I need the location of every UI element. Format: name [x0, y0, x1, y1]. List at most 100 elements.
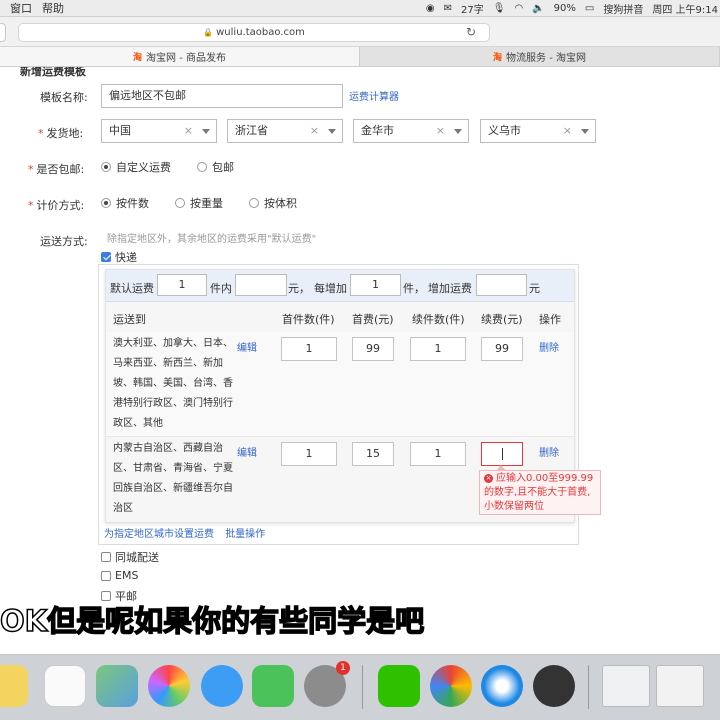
template-name-input[interactable]: 偏远地区不包邮	[101, 84, 343, 108]
photos-icon[interactable]	[148, 665, 190, 707]
tab-bar: 淘 淘宝网 - 商品发布 淘 物流服务 - 淘宝网	[0, 47, 720, 67]
menu-item-window[interactable]: 窗口	[10, 0, 32, 16]
dock: 1	[0, 654, 720, 720]
first-fee-input[interactable]: 15	[352, 442, 394, 466]
delete-link[interactable]: 删除	[539, 339, 559, 354]
clear-icon: ×	[309, 124, 319, 137]
tab-label: 物流服务 - 淘宝网	[506, 53, 586, 64]
radio-by-volume[interactable]: 按体积	[249, 195, 297, 211]
record-icon[interactable]: ◉	[426, 3, 435, 14]
shipping-hint: 除指定地区外，其余地区的运费采用"默认运费"	[107, 234, 317, 245]
radio-by-weight[interactable]: 按重量	[175, 195, 223, 211]
same-city-checkbox-row[interactable]: 同城配送	[101, 549, 159, 565]
menu-item-help[interactable]: 帮助	[42, 0, 64, 16]
freight-calculator-link[interactable]: 运费计算器	[349, 88, 399, 103]
pricing-radio-group: 按件数 按重量 按体积	[101, 195, 297, 211]
volume-icon[interactable]: 🔈	[532, 3, 544, 14]
batch-operation-link[interactable]: 批量操作	[225, 529, 265, 540]
clock[interactable]: 周四 上午9:14	[652, 1, 718, 16]
sidebar-toggle-button[interactable]	[0, 23, 6, 42]
taobao-favicon-icon: 淘	[133, 53, 143, 63]
add-qty-input[interactable]: 1	[350, 274, 401, 296]
default-qty-input[interactable]: 1	[157, 274, 207, 296]
radio-custom-fee[interactable]: 自定义运费	[101, 159, 171, 175]
window-thumbnail[interactable]	[602, 665, 650, 707]
notes-icon[interactable]	[0, 665, 28, 707]
radio-button[interactable]	[197, 162, 207, 172]
radio-button[interactable]	[101, 162, 111, 172]
system-preferences-icon[interactable]: 1	[304, 661, 350, 707]
maps-icon[interactable]	[96, 665, 138, 707]
region-list: 澳大利亚、加拿大、日本、 马来西亚、新西兰、新加 坡、韩国、美国、台湾、香 港特…	[113, 338, 233, 429]
tab-label: 淘宝网 - 商品发布	[146, 53, 226, 64]
wechat-status-icon[interactable]: ✉	[444, 3, 452, 14]
wechat-icon[interactable]	[378, 665, 420, 707]
shipping-method-label: 运送方式:	[40, 235, 88, 248]
express-checkbox-row[interactable]: 快递	[101, 249, 137, 265]
free-shipping-radio-group: 自定义运费 包邮	[101, 159, 234, 175]
add-fee-input[interactable]	[476, 274, 527, 296]
col-add-qty: 续件数(件)	[412, 313, 465, 326]
quicktime-icon[interactable]	[533, 665, 575, 707]
col-add-fee: 续费(元)	[481, 313, 523, 326]
radio-button[interactable]	[101, 198, 111, 208]
tab-product-publish[interactable]: 淘 淘宝网 - 商品发布	[0, 47, 360, 66]
address-bar[interactable]: 🔒 wuliu.taobao.com	[18, 23, 490, 42]
taobao-favicon-icon: 淘	[493, 53, 503, 63]
tab-logistics[interactable]: 淘 物流服务 - 淘宝网	[360, 47, 720, 66]
col-first-fee: 首费(元)	[352, 313, 394, 326]
radio-button[interactable]	[175, 198, 185, 208]
express-checkbox[interactable]	[101, 252, 111, 262]
first-qty-input[interactable]: 1	[281, 337, 337, 361]
first-qty-input[interactable]: 1	[281, 442, 337, 466]
preview-icon[interactable]	[656, 665, 704, 707]
menu-bar: 窗口 帮助 ◉ ✉ 27字 🎙 ◠ 🔈 90% ▭ 搜狗拼音 周四 上午9:14	[0, 0, 720, 17]
checkbox[interactable]	[101, 552, 111, 562]
tooltip-arrow	[496, 465, 506, 471]
first-fee-input[interactable]: 99	[352, 337, 394, 361]
clear-icon: ×	[435, 124, 445, 137]
radio-button[interactable]	[249, 198, 259, 208]
edit-link[interactable]: 编辑	[237, 444, 257, 459]
add-qty-input[interactable]: 1	[410, 442, 466, 466]
chevron-down-icon	[454, 129, 462, 134]
facetime-icon[interactable]	[252, 665, 294, 707]
checkbox[interactable]	[101, 570, 111, 581]
origin-label: * 发货地:	[38, 127, 84, 140]
messages-icon[interactable]	[201, 665, 243, 707]
fee-table-header: 运送到 首件数(件) 首费(元) 续件数(件) 续费(元) 操作	[106, 302, 574, 332]
set-city-fee-link[interactable]: 为指定地区城市设置运费	[104, 529, 214, 540]
edit-link[interactable]: 编辑	[237, 339, 257, 354]
input-method[interactable]: 搜狗拼音	[603, 1, 643, 16]
add-qty-input[interactable]: 1	[410, 337, 466, 361]
col-first-qty: 首件数(件)	[282, 313, 335, 326]
radio-by-piece[interactable]: 按件数	[101, 195, 149, 211]
delete-link[interactable]: 删除	[539, 444, 559, 459]
chrome-icon[interactable]	[430, 665, 472, 707]
battery-text[interactable]: 90%	[554, 3, 576, 14]
battery-icon[interactable]: ▭	[585, 3, 594, 14]
col-action: 操作	[539, 313, 561, 326]
city-select[interactable]: 金华市 ×	[353, 119, 469, 143]
chevron-down-icon	[328, 129, 336, 134]
region-actions: 为指定地区城市设置运费 批量操作	[104, 525, 265, 540]
word-count[interactable]: 27字	[461, 1, 484, 16]
safari-icon[interactable]	[481, 665, 523, 707]
reload-icon[interactable]: ↻	[466, 25, 476, 39]
clear-icon: ×	[562, 124, 572, 137]
province-select[interactable]: 浙江省 ×	[227, 119, 343, 143]
mic-icon[interactable]: 🎙	[493, 3, 506, 14]
lock-icon: 🔒	[203, 28, 214, 37]
district-select[interactable]: 义乌市 ×	[480, 119, 596, 143]
reminders-icon[interactable]	[44, 665, 86, 707]
country-select[interactable]: 中国 ×	[101, 119, 217, 143]
ems-checkbox-row[interactable]: EMS	[101, 569, 138, 582]
table-row: 澳大利亚、加拿大、日本、 马来西亚、新西兰、新加 坡、韩国、美国、台湾、香 港特…	[106, 332, 574, 436]
wifi-icon[interactable]: ◠	[514, 3, 523, 14]
page-title: 新增运费模板	[20, 67, 86, 78]
default-fee-input[interactable]	[235, 274, 287, 296]
browser-toolbar: 🔒 wuliu.taobao.com ↻	[0, 17, 720, 47]
add-fee-input[interactable]: 99	[481, 337, 523, 361]
add-fee-input-error[interactable]	[481, 442, 523, 466]
radio-free-shipping[interactable]: 包邮	[197, 159, 234, 175]
